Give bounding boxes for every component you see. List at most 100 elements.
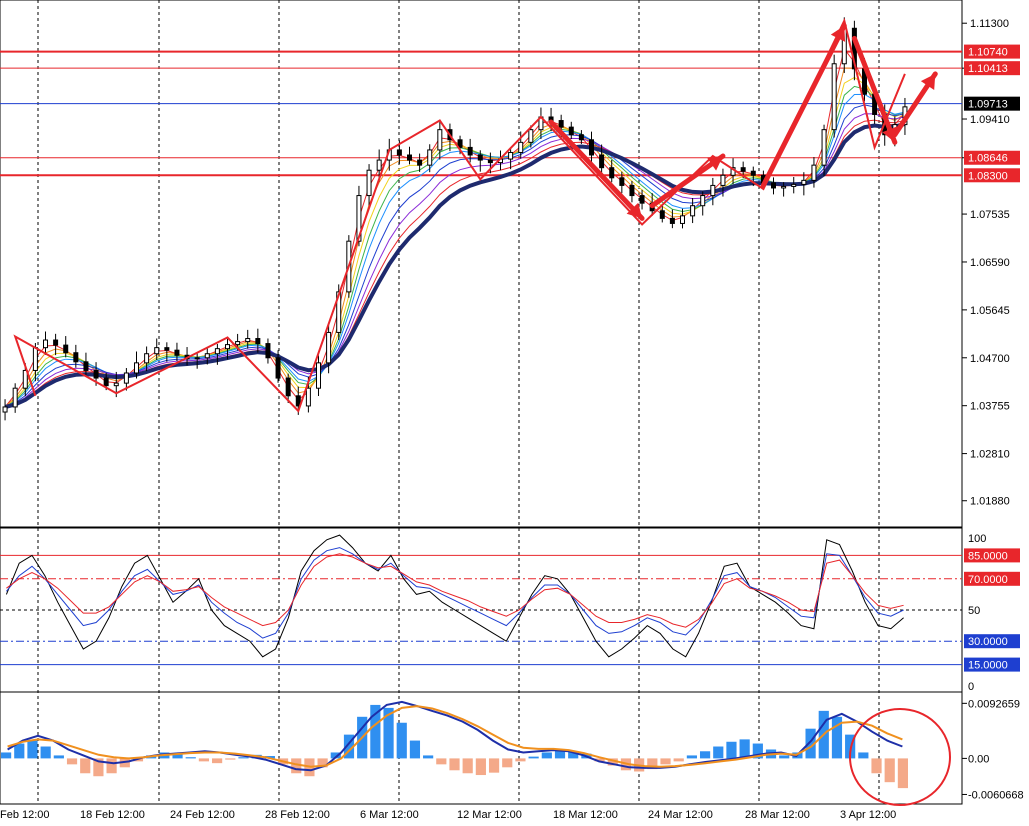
candle-body xyxy=(821,129,827,166)
macd-histogram-bar xyxy=(779,755,790,759)
candle-body xyxy=(558,120,564,128)
macd-histogram-bar xyxy=(66,758,78,765)
macd-histogram-bar xyxy=(475,758,486,776)
candle-body xyxy=(32,347,38,371)
candle-body xyxy=(629,184,635,197)
candle-body xyxy=(43,339,48,349)
candle-body xyxy=(376,159,382,171)
current-price-label: 1.09713 xyxy=(968,99,1008,111)
macd-panel-frame xyxy=(0,691,963,805)
date-label: 18 Mar 12:00 xyxy=(553,809,618,821)
macd-histogram-bar xyxy=(884,758,895,783)
candle-body xyxy=(508,151,514,160)
candle-body xyxy=(639,195,645,204)
candle-body xyxy=(214,348,220,355)
macd-histogram-bar xyxy=(488,758,500,773)
osc-level-label: 30.0000 xyxy=(968,636,1008,648)
date-label: 24 Feb 12:00 xyxy=(170,809,235,821)
macd-histogram-bar xyxy=(673,758,684,762)
osc-level-label: 15.0000 xyxy=(968,660,1008,672)
macd-histogram-bar xyxy=(686,755,697,759)
macd-histogram-bar xyxy=(897,758,908,789)
candle-body xyxy=(164,347,170,351)
macd-histogram-bar xyxy=(436,758,447,765)
date-label: 6 Mar 12:00 xyxy=(360,809,419,821)
macd-histogram-bar xyxy=(106,758,117,774)
candle-body xyxy=(235,341,241,346)
macd-histogram-bar xyxy=(502,758,513,768)
candle-body xyxy=(659,210,665,219)
macd-histogram-bar xyxy=(1,752,12,759)
candle-body xyxy=(528,129,534,143)
candle-body xyxy=(73,352,79,363)
candle-body xyxy=(589,139,594,156)
macd-histogram-bar xyxy=(423,755,434,759)
date-label: 3 Apr 12:00 xyxy=(840,809,896,821)
candle-body xyxy=(285,377,291,397)
macd-histogram-bar xyxy=(40,746,51,759)
date-label: 18 Feb 12:00 xyxy=(80,809,145,821)
macd-histogram-bar xyxy=(515,758,526,762)
candle-body xyxy=(781,185,787,189)
candle-body xyxy=(316,362,321,389)
price-tick-label: 1.06590 xyxy=(970,257,1010,269)
osc-tick-label: 100 xyxy=(968,533,986,545)
price-tick-label: 1.11300 xyxy=(970,18,1009,30)
price-tick-label: 1.02810 xyxy=(970,449,1010,461)
candle-body xyxy=(245,338,251,343)
macd-histogram-bar xyxy=(699,751,711,759)
date-label: 28 Mar 12:00 xyxy=(745,809,810,821)
macd-histogram-bar xyxy=(660,758,671,765)
level-tag-label: 1.10413 xyxy=(968,63,1008,75)
candle-body xyxy=(204,353,210,359)
date-axis: Feb 12:00 18 Feb 12:00 24 Feb 12:00 28 Feb … xyxy=(0,809,896,821)
macd-histogram-bar xyxy=(871,758,882,774)
candle-body xyxy=(174,349,180,356)
candle-body xyxy=(700,195,706,207)
candle-body xyxy=(690,205,696,217)
date-label: 24 Mar 12:00 xyxy=(648,809,713,821)
candle-body xyxy=(305,387,311,407)
date-label: Feb 12:00 xyxy=(0,809,50,821)
price-axis: 1.11300 1.10413 1.09410 1.08646 1.07535 1.065… xyxy=(962,18,1010,508)
candle-body xyxy=(801,179,807,185)
candle-body xyxy=(154,347,160,355)
macd-histogram-bar xyxy=(80,758,91,774)
candle-body xyxy=(275,357,281,379)
chart-canvas: 1.11300 1.10413 1.09410 1.08646 1.07535 1.065… xyxy=(0,0,1024,821)
candle-body xyxy=(265,343,271,359)
candle-body xyxy=(740,167,746,172)
candle-body xyxy=(113,382,119,387)
candle-body xyxy=(326,331,332,364)
osc-level-label: 70.0000 xyxy=(968,574,1008,586)
candle-body xyxy=(710,184,716,197)
candle-body xyxy=(103,377,109,387)
date-label: 28 Feb 12:00 xyxy=(265,809,330,821)
candle-body xyxy=(144,353,150,364)
candle-body xyxy=(750,170,756,176)
candle-body xyxy=(791,183,797,187)
macd-histogram-bar xyxy=(212,758,223,764)
candle-body xyxy=(225,344,230,350)
date-label: 12 Mar 12:00 xyxy=(457,809,522,821)
candle-body xyxy=(2,406,8,413)
macd-histogram-bar xyxy=(713,746,724,759)
candle-body xyxy=(12,387,18,408)
candle-body xyxy=(771,182,776,189)
level-tag-label: 1.08300 xyxy=(968,170,1008,182)
candle-body xyxy=(63,344,69,354)
macd-histogram-bar xyxy=(198,758,210,762)
macd-histogram-bar xyxy=(462,758,473,774)
candle-body xyxy=(417,159,423,166)
macd-histogram-bar xyxy=(409,740,421,759)
candle-body xyxy=(669,217,675,224)
macd-histogram-bar xyxy=(225,758,236,760)
candle-body xyxy=(437,129,443,151)
candle-body xyxy=(578,134,584,141)
candle-body xyxy=(407,154,412,161)
candle-body xyxy=(568,126,574,136)
level-tag-label: 1.10740 xyxy=(968,47,1008,59)
candle-body xyxy=(599,154,605,169)
price-tick-label: 1.03755 xyxy=(970,401,1010,413)
candle-body xyxy=(477,154,483,161)
